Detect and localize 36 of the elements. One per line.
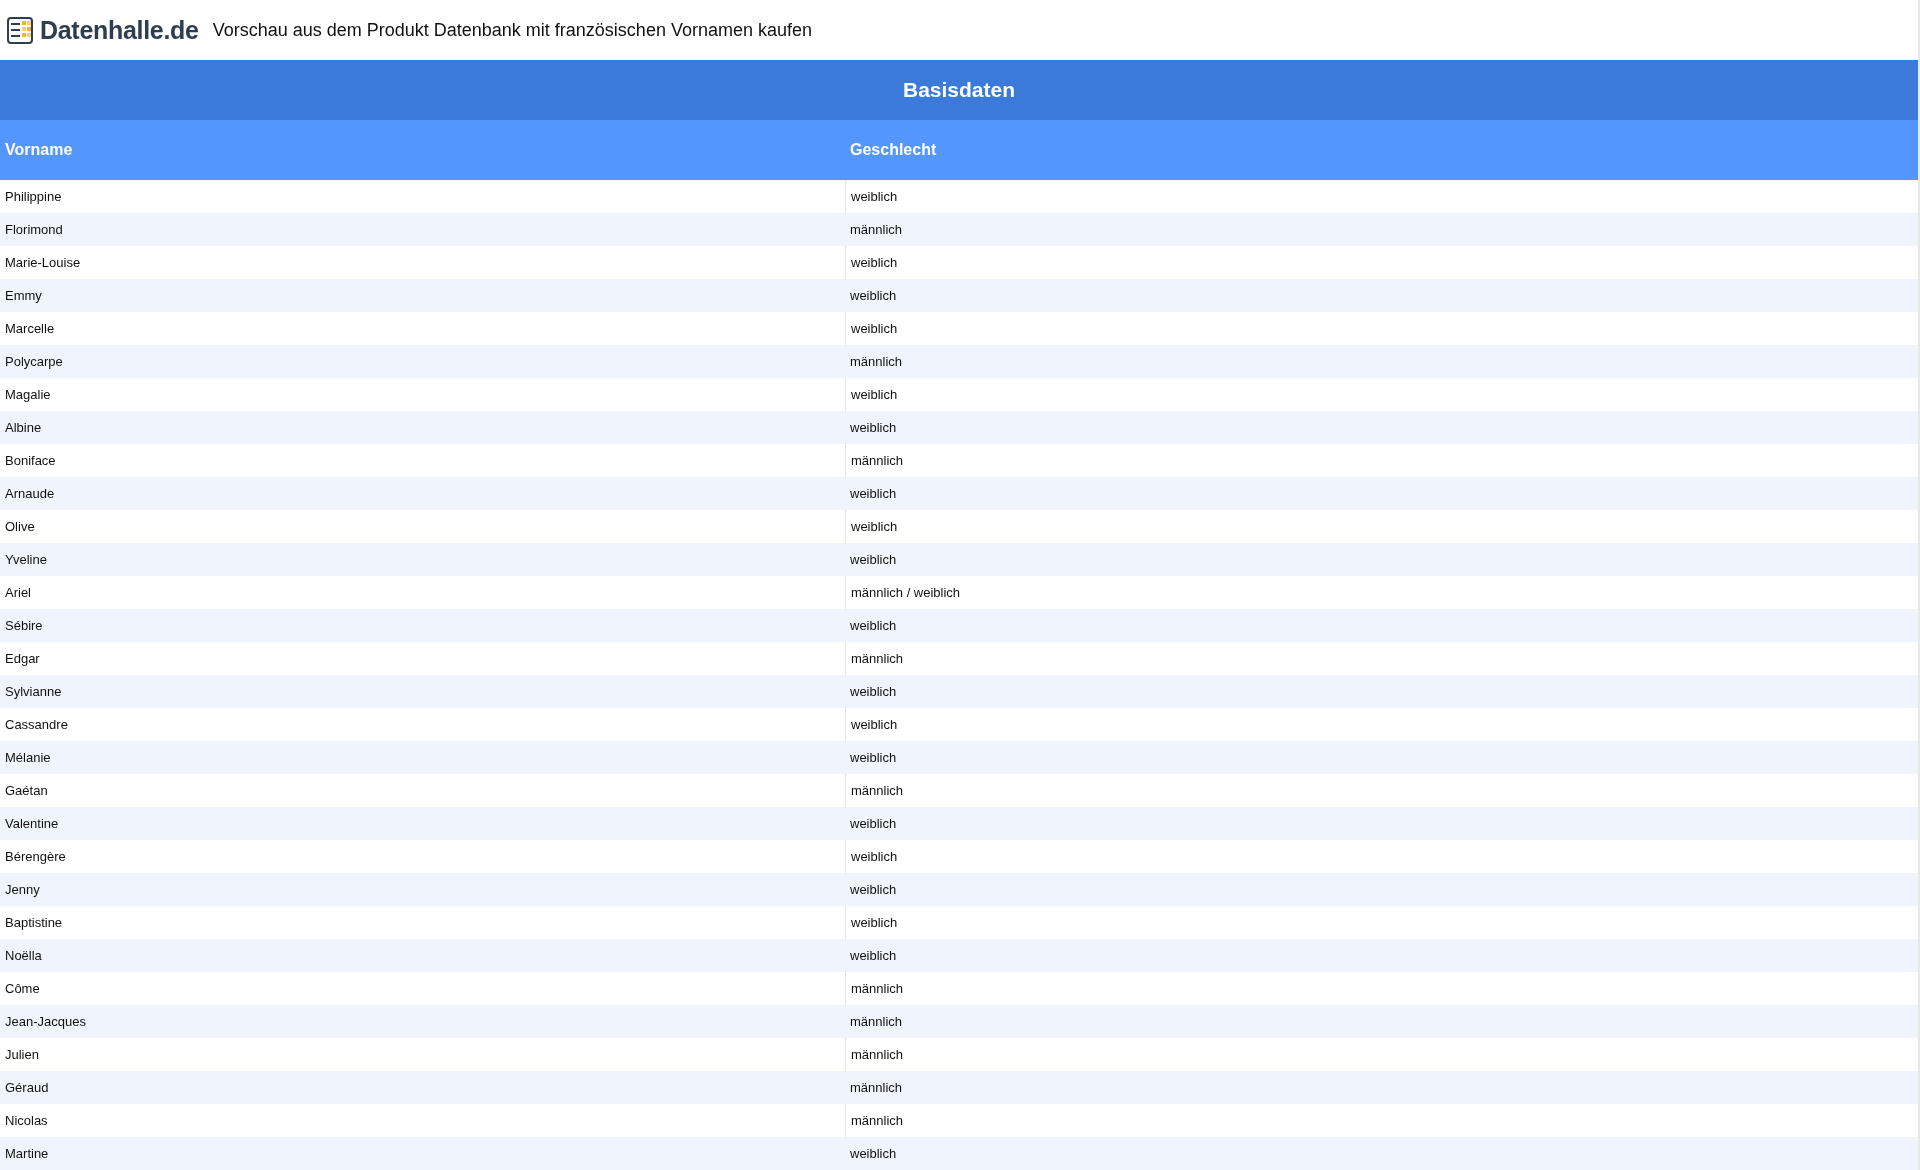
table-cell: Mélanie	[0, 741, 845, 774]
database-logo-icon	[6, 15, 36, 45]
table-cell: weiblich	[845, 609, 1918, 642]
table-cell: Jenny	[0, 873, 845, 906]
table-cell: weiblich	[845, 939, 1918, 972]
table-cell: weiblich	[845, 807, 1918, 840]
table-cell: Valentine	[0, 807, 845, 840]
table-cell: Albine	[0, 411, 845, 444]
table-cell: Martine	[0, 1137, 845, 1170]
table-cell: weiblich	[845, 675, 1918, 708]
table-cell: Sylvianne	[0, 675, 845, 708]
table-cell: männlich	[845, 1005, 1918, 1038]
table-cell: weiblich	[845, 741, 1918, 774]
table-cell: Jean-Jacques	[0, 1005, 845, 1038]
column-header: Vorname	[0, 120, 845, 180]
table-cell: weiblich	[845, 1137, 1918, 1170]
table-cell: Noëlla	[0, 939, 845, 972]
table-cell: weiblich	[845, 543, 1918, 576]
table-cell: weiblich	[845, 477, 1918, 510]
table-cell: männlich	[845, 1071, 1918, 1104]
table-cell: Sébire	[0, 609, 845, 642]
table-cell: weiblich	[845, 279, 1918, 312]
table-cell: weiblich	[845, 873, 1918, 906]
table-caption: Basisdaten	[0, 60, 1918, 120]
table-cell: weiblich	[845, 411, 1918, 444]
table-cell: Géraud	[0, 1071, 845, 1104]
table-cell: Florimond	[0, 213, 845, 246]
page-title: Vorschau aus dem Produkt Datenbank mit französischen Vornamen kaufen	[212, 19, 812, 41]
site-logo[interactable]: Datenhalle.de	[6, 15, 199, 45]
table-cell: Emmy	[0, 279, 845, 312]
table-cell: Arnaude	[0, 477, 845, 510]
table-cell: männlich	[845, 345, 1918, 378]
table-cell: männlich	[845, 213, 1918, 246]
column-header: Geschlecht	[845, 120, 1918, 180]
table-cell: Yveline	[0, 543, 845, 576]
table-cell: Polycarpe	[0, 345, 845, 378]
